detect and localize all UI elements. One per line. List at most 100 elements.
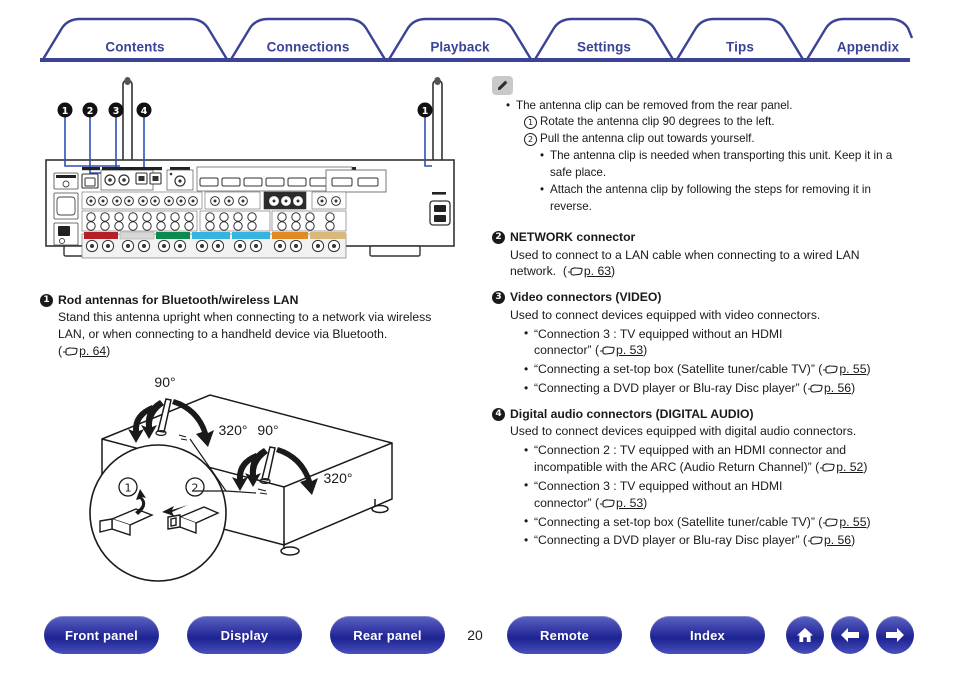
svg-text:3: 3 xyxy=(113,106,120,117)
arrow-right-icon xyxy=(886,628,904,642)
right-column: The antenna clip can be removed from the… xyxy=(492,76,912,558)
home-button[interactable] xyxy=(786,616,824,654)
tab-settings[interactable]: Settings xyxy=(577,40,631,55)
svg-text:2: 2 xyxy=(192,481,199,494)
section-rod-antennas: 1 Rod antennas for Bluetooth/wireless LA… xyxy=(40,292,468,360)
callout-number-2: 2 xyxy=(492,231,505,245)
list-item: “Connection 3 : TV equipped without an H… xyxy=(524,477,912,512)
section-4-title: Digital audio connectors (DIGITAL AUDIO) xyxy=(510,406,754,421)
tab-playback[interactable]: Playback xyxy=(430,40,489,55)
page-link-label: p. 52 xyxy=(836,460,864,475)
section-1-body: Stand this antenna upright when connecti… xyxy=(40,309,468,359)
section-3-heading: 3 Video connectors (VIDEO) xyxy=(492,289,912,305)
section-digital-audio-connectors: 4 Digital audio connectors (DIGITAL AUDI… xyxy=(492,406,912,549)
pointing-hand-icon xyxy=(823,365,839,374)
svg-text:2: 2 xyxy=(87,106,94,117)
page-link[interactable]: p. 56 xyxy=(807,533,851,547)
section-network-connector: 2 NETWORK connector Used to connect to a… xyxy=(492,229,912,280)
pencil-glyph xyxy=(498,80,508,90)
section-1-title: Rod antennas for Bluetooth/wireless LAN xyxy=(58,293,299,307)
section-1-line-2: LAN, or when connecting to a handheld de… xyxy=(58,327,388,342)
note-list: The antenna clip can be removed from the… xyxy=(492,97,912,215)
nav-rear-panel[interactable]: Rear panel xyxy=(330,616,445,654)
foot-right xyxy=(369,245,421,257)
note-step-1-text: Rotate the antenna clip 90 degrees to th… xyxy=(540,115,775,129)
tab-tips[interactable]: Tips xyxy=(726,40,754,55)
header-divider xyxy=(40,58,910,62)
antenna-left xyxy=(122,79,133,169)
callout-number-3: 3 xyxy=(492,291,505,305)
back-button[interactable] xyxy=(831,616,869,654)
speaker-terminals xyxy=(81,231,347,259)
svg-text:1: 1 xyxy=(125,481,132,494)
page-link-label: p. 53 xyxy=(616,343,644,358)
tab-appendix[interactable]: Appendix xyxy=(837,40,899,55)
section-3-title: Video connectors (VIDEO) xyxy=(510,290,662,305)
bullet-line-1: “Connection 3 : TV equipped without an H… xyxy=(534,326,783,341)
angle-label-90-right: 90° xyxy=(257,422,278,438)
note-subbullet-2: Attach the antenna clip by following the… xyxy=(540,182,912,215)
callout-number-4: 4 xyxy=(492,407,505,421)
nav-display[interactable]: Display xyxy=(187,616,302,654)
bullet-line-1: “Connecting a set-top box (Satellite tun… xyxy=(534,362,815,377)
arrow-left-icon xyxy=(841,628,859,642)
callout-number-1: 1 xyxy=(40,294,53,307)
bullet-line-2: connector” xyxy=(534,495,592,510)
svg-text:1: 1 xyxy=(422,106,429,117)
page-link[interactable]: p. 55 xyxy=(822,362,866,376)
nav-front-panel[interactable]: Front panel xyxy=(44,616,159,654)
note-subbullet-1: The antenna clip is needed when transpor… xyxy=(540,148,912,181)
pointing-hand-icon xyxy=(820,463,835,472)
nav-index[interactable]: Index xyxy=(650,616,765,654)
pencil-icon xyxy=(492,76,513,95)
bullet-line-1: “Connecting a DVD player or Blu-ray Disc… xyxy=(534,533,800,548)
nav-remote[interactable]: Remote xyxy=(507,616,622,654)
forward-button[interactable] xyxy=(876,616,914,654)
pointing-hand-icon xyxy=(823,517,839,527)
step-number-1: 1 xyxy=(524,116,537,130)
page-link-label: p. 56 xyxy=(823,381,852,396)
note-subbullets: The antenna clip is needed when transpor… xyxy=(516,148,912,215)
bullet-line-1: “Connection 3 : TV equipped without an H… xyxy=(534,478,783,493)
antenna-rotation-drawing: 90° 320° 90° 320° 1 2 xyxy=(89,374,393,582)
page-link[interactable]: p. 53 xyxy=(599,496,643,510)
rear-panel-figure: 1 2 3 4 1 xyxy=(40,74,460,282)
page-link[interactable]: p. 55 xyxy=(822,515,866,529)
note-block: The antenna clip can be removed from the… xyxy=(492,76,912,215)
section-3-bullets: “Connection 3 : TV equipped without an H… xyxy=(510,325,912,397)
note-substeps: 1 Rotate the antenna clip 90 degrees to t… xyxy=(516,114,912,147)
tab-connections[interactable]: Connections xyxy=(267,40,350,55)
left-column: 1 2 3 4 1 1 Rod antennas for Bluetooth/w… xyxy=(40,74,468,584)
page-link-63[interactable]: p. 63 xyxy=(567,264,611,278)
angle-label-320-right: 320° xyxy=(324,470,353,486)
pointing-hand-icon xyxy=(600,346,615,355)
pointing-hand-icon xyxy=(567,267,583,277)
section-3-body: Used to connect devices equipped with vi… xyxy=(492,307,912,397)
angle-label-320-left: 320° xyxy=(219,422,248,438)
page-link[interactable]: p. 53 xyxy=(599,343,643,357)
bullet-line-1: “Connection 2 : TV equipped with an HDMI… xyxy=(534,443,847,458)
page-link-64[interactable]: p. 64 xyxy=(62,344,106,358)
note-bullet-1-text: The antenna clip can be removed from the… xyxy=(516,99,793,112)
page-link-label: p. 56 xyxy=(823,533,852,548)
list-item: “Connection 2 : TV equipped with an HDMI… xyxy=(524,442,912,476)
hdmi-out-group xyxy=(325,169,387,193)
section-2-line-1: Used to connect to a LAN cable when conn… xyxy=(510,247,860,262)
section-2-body: Used to connect to a LAN cable when conn… xyxy=(492,247,912,281)
section-3-intro: Used to connect devices equipped with vi… xyxy=(510,307,821,322)
section-2-heading: 2 NETWORK connector xyxy=(492,229,912,245)
section-2-line-2-text: network. xyxy=(510,264,557,279)
pointing-hand-icon xyxy=(600,499,615,508)
page-link[interactable]: p. 52 xyxy=(819,460,863,474)
tab-contents[interactable]: Contents xyxy=(105,40,164,55)
page-link-label: p. 55 xyxy=(839,362,867,377)
section-1-link-row: (p. 64) xyxy=(58,344,111,359)
page-link[interactable]: p. 56 xyxy=(807,381,851,395)
list-item: “Connecting a DVD player or Blu-ray Disc… xyxy=(524,532,912,549)
antenna-right xyxy=(432,79,443,169)
section-1-heading: 1 Rod antennas for Bluetooth/wireless LA… xyxy=(40,292,468,308)
note-step-2-text: Pull the antenna clip out towards yourse… xyxy=(540,131,755,145)
analog-audio-jacks-row2 xyxy=(81,210,347,232)
svg-text:1: 1 xyxy=(62,106,69,117)
section-4-body: Used to connect devices equipped with di… xyxy=(492,423,912,549)
